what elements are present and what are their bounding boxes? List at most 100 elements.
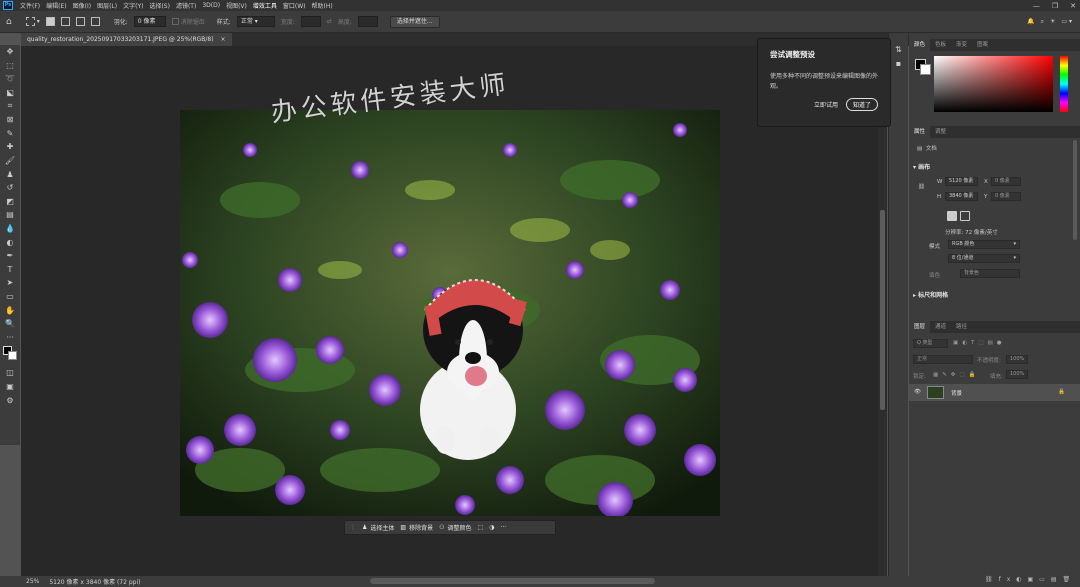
- workspace-icon[interactable]: ▭ ▾: [1061, 18, 1072, 25]
- zoom-level[interactable]: 25%: [26, 578, 39, 585]
- adjust-color-button[interactable]: ⚇ 调整颜色: [439, 523, 471, 532]
- quick-mask-icon[interactable]: ◫: [0, 366, 20, 380]
- hue-slider[interactable]: [1060, 56, 1068, 112]
- background-color-swatch[interactable]: [920, 64, 931, 75]
- search-icon[interactable]: ⌕: [1041, 18, 1044, 26]
- tab-swatches[interactable]: 色板: [930, 39, 951, 51]
- brush-tool-icon[interactable]: 🖌: [0, 154, 20, 168]
- height-input[interactable]: [357, 16, 378, 27]
- tab-patterns[interactable]: 图案: [972, 39, 993, 51]
- object-select-tool-icon[interactable]: ⬕: [0, 86, 20, 100]
- dodge-tool-icon[interactable]: ◐: [0, 235, 20, 249]
- got-it-button[interactable]: 知道了: [845, 98, 878, 111]
- menu-3d[interactable]: 3D(D): [199, 2, 223, 9]
- tab-channels[interactable]: 通道: [930, 321, 951, 333]
- vertical-scroll-thumb[interactable]: [880, 210, 885, 410]
- clone-stamp-tool-icon[interactable]: ♟: [0, 167, 20, 181]
- gradient-tool-icon[interactable]: ▤: [0, 208, 20, 222]
- menu-window[interactable]: 窗口(W): [280, 1, 309, 10]
- link-icon[interactable]: ⛓: [918, 184, 925, 190]
- zoom-tool-icon[interactable]: 🔍: [0, 317, 20, 331]
- history-brush-tool-icon[interactable]: ↺: [0, 181, 20, 195]
- tab-gradients[interactable]: 渐变: [951, 39, 972, 51]
- menu-select[interactable]: 选择(S): [146, 1, 173, 10]
- document-image[interactable]: [180, 110, 720, 516]
- width-input[interactable]: [300, 16, 321, 27]
- libraries-icon[interactable]: ⇅: [889, 45, 908, 54]
- content-credentials-icon[interactable]: ⚙: [0, 393, 20, 407]
- antialias-checkbox[interactable]: 消除锯齿: [171, 17, 205, 26]
- fill-opacity-field[interactable]: 100%: [1006, 370, 1028, 379]
- healing-brush-tool-icon[interactable]: ✚: [0, 140, 20, 154]
- screen-mode-icon[interactable]: ▣: [0, 380, 20, 394]
- opacity-field[interactable]: 100%: [1006, 355, 1028, 364]
- height-field[interactable]: 3840 像素: [945, 192, 978, 201]
- eyedropper-tool-icon[interactable]: ✎: [0, 127, 20, 141]
- frame-tool-icon[interactable]: ⊠: [0, 113, 20, 127]
- layer-filter-icons[interactable]: ▣◐T⬚▤●: [953, 340, 1006, 346]
- portrait-orientation-button[interactable]: [947, 211, 957, 221]
- color-swatches-icon[interactable]: [0, 344, 20, 366]
- layer-name[interactable]: 背景: [951, 389, 962, 397]
- blur-tool-icon[interactable]: 💧: [0, 222, 20, 236]
- close-button[interactable]: ✕: [1070, 2, 1076, 10]
- restore-button[interactable]: ❐: [1052, 2, 1058, 10]
- menu-help[interactable]: 帮助(H): [309, 1, 336, 10]
- tab-paths[interactable]: 路径: [951, 321, 972, 333]
- document-tab-close[interactable]: ×: [221, 36, 226, 43]
- width-field[interactable]: 5120 像素: [945, 177, 978, 186]
- shape-tool-icon[interactable]: ▭: [0, 290, 20, 304]
- marquee-tool-preset-icon[interactable]: ▾: [25, 17, 40, 26]
- mode-select[interactable]: RGB 颜色 ▾: [948, 240, 1020, 249]
- swap-icon[interactable]: ⇄: [327, 18, 332, 25]
- lasso-tool-icon[interactable]: ➰: [0, 72, 20, 86]
- blend-mode-select[interactable]: 正常: [913, 355, 973, 364]
- menu-layer[interactable]: 图层(L): [94, 1, 120, 10]
- bit-depth-select[interactable]: 8 位/通道 ▾: [948, 254, 1020, 263]
- crop-tool-icon[interactable]: ⌗: [0, 99, 20, 113]
- minimize-button[interactable]: —: [1033, 2, 1040, 10]
- more-options-icon[interactable]: ···: [500, 524, 506, 531]
- document-tab[interactable]: quality_restoration_20250917033203171.JP…: [21, 33, 232, 46]
- tab-color[interactable]: 颜色: [909, 39, 931, 51]
- properties-scrollbar[interactable]: [1073, 140, 1077, 240]
- path-select-tool-icon[interactable]: ➤: [0, 276, 20, 290]
- subtract-selection-icon[interactable]: [75, 17, 85, 26]
- menu-plugins[interactable]: 增效工具: [250, 1, 280, 10]
- style-select[interactable]: 正常 ▾: [236, 16, 275, 27]
- lock-icons[interactable]: ▦✎✥⬚🔒: [933, 372, 979, 378]
- rulers-grids-section[interactable]: ▸ 标尺和网格: [913, 290, 948, 299]
- remove-background-button[interactable]: ▨ 移除背景: [400, 523, 433, 532]
- feather-input[interactable]: 0 像素: [133, 16, 166, 27]
- type-tool-icon[interactable]: T: [0, 263, 20, 277]
- select-subject-button[interactable]: ♟ 选择主体: [362, 523, 394, 532]
- hand-tool-icon[interactable]: ✋: [0, 303, 20, 317]
- fill-select[interactable]: 背景色: [960, 269, 1020, 278]
- tab-adjustments[interactable]: 调整: [930, 126, 951, 138]
- drag-handle-icon[interactable]: ⋮: [350, 524, 356, 531]
- layers-footer-icons[interactable]: ⛓fx◐▣▭▤🗑: [985, 576, 1076, 583]
- comments-icon[interactable]: ▪: [889, 59, 908, 68]
- layer-kind-filter[interactable]: Q 类型: [913, 339, 948, 348]
- adjustment-icon[interactable]: ◑: [489, 524, 494, 531]
- menu-type[interactable]: 文字(Y): [120, 1, 146, 10]
- select-and-mask-button[interactable]: 选择并遮住...: [389, 15, 440, 28]
- move-tool-icon[interactable]: ✥: [0, 45, 20, 59]
- more-tools-icon[interactable]: ···: [0, 330, 20, 344]
- tab-properties[interactable]: 属性: [909, 126, 931, 138]
- menu-filter[interactable]: 滤镜(T): [173, 1, 199, 10]
- menu-file[interactable]: 文件(F): [17, 1, 43, 10]
- canvas-section-title[interactable]: ▾ 画布: [913, 162, 930, 171]
- y-field[interactable]: 0 像素: [991, 192, 1021, 201]
- intersect-selection-icon[interactable]: [90, 17, 100, 26]
- transform-icon[interactable]: ⬚: [478, 524, 484, 531]
- add-selection-icon[interactable]: [60, 17, 70, 26]
- marquee-tool-icon[interactable]: ⬚: [0, 59, 20, 73]
- menu-image[interactable]: 图像(I): [70, 1, 94, 10]
- color-picker-field[interactable]: [934, 56, 1053, 112]
- share-icon[interactable]: 🔔: [1027, 18, 1034, 25]
- discover-icon[interactable]: ☀: [1050, 18, 1055, 25]
- pen-tool-icon[interactable]: ✒: [0, 249, 20, 263]
- new-selection-icon[interactable]: [45, 17, 55, 26]
- horizontal-scroll-thumb[interactable]: [370, 578, 655, 584]
